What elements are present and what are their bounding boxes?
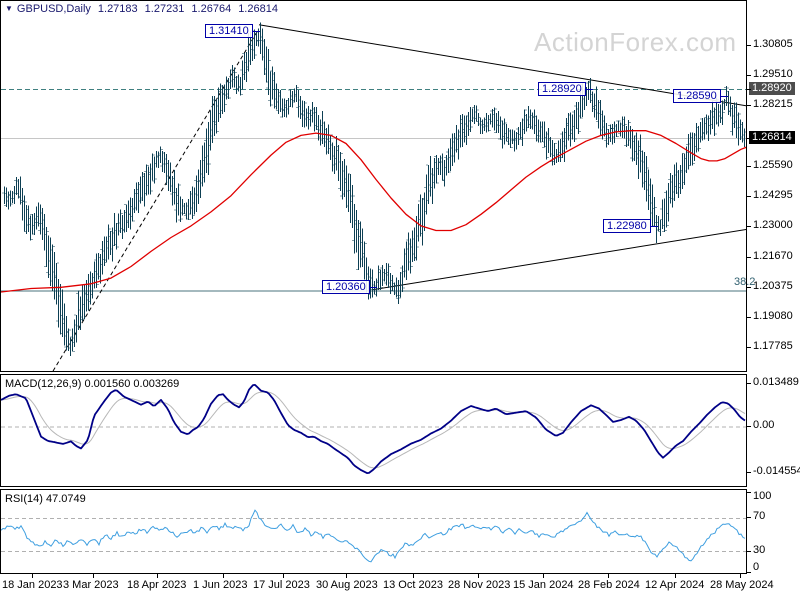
trendline-rising-dashed: [52, 30, 259, 371]
date-axis-label: 1 Jun 2023: [193, 579, 248, 591]
price-axis-label: 1.28215: [753, 98, 793, 111]
rsi-axis-tickmark: [747, 492, 751, 494]
price-axis-tickmark: [747, 137, 751, 139]
symbol-label: GBPUSD,Daily: [16, 3, 91, 15]
date-axis-label: 28 May 2024: [710, 579, 774, 591]
date-axis-label: 28 Feb 2024: [578, 579, 640, 591]
fib-382-label: 38.2: [734, 276, 756, 289]
date-axis-tickmark: [157, 574, 158, 578]
rsi-axis-label: 30: [753, 543, 766, 556]
price-axis-tickmark: [747, 88, 751, 90]
rsi-axis-tickmark: [747, 572, 751, 573]
date-axis-tickmark: [675, 574, 676, 578]
macd-signal-line: [1, 391, 746, 469]
date-axis-label: 17 Jul 2023: [253, 579, 310, 591]
date-axis-tickmark: [32, 574, 33, 578]
price-axis-tickmark: [747, 165, 751, 167]
price-axis-label: 1.29510: [753, 68, 793, 80]
price-axis-tickmark: [747, 346, 751, 348]
current-price-axis-label: 1.26814: [749, 130, 795, 144]
price-axis-label: 1.19080: [753, 309, 793, 322]
date-axis-label: 18 Jan 2023: [2, 579, 63, 591]
price-axis-tickmark: [747, 316, 751, 318]
chart-window: ActionForex.com ▼ GBPUSD,Daily 1.27183 1.27…: [0, 0, 800, 600]
rsi-axis-label: 0: [753, 561, 760, 573]
date-axis-tickmark: [478, 574, 479, 578]
price-axis-label: 1.25590: [753, 158, 793, 171]
date-axis-tickmark: [283, 574, 284, 578]
ohlc-low: 1.26764: [191, 3, 232, 15]
ohlc-open: 1.27183: [97, 3, 138, 15]
date-axis-tickmark: [346, 574, 347, 578]
macd-label: MACD(12,26,9) 0.001560 0.003269: [5, 378, 180, 390]
date-axis-tickmark: [223, 574, 224, 578]
price-axis-label: 1.21670: [753, 249, 793, 262]
macd-axis-label: 0.00: [753, 419, 775, 432]
price-axis-tickmark: [747, 195, 751, 197]
macd-canvas[interactable]: [1, 375, 746, 486]
price-axis-tickmark: [747, 75, 751, 76]
trendline-rising-support: [372, 228, 746, 291]
rsi-panel: RSI(14) 47.0749: [0, 489, 747, 574]
price-level-label: 1.28920: [538, 81, 593, 96]
highlighted-price-axis-label: 1.28920: [749, 81, 795, 95]
date-axis-label: 28 Nov 2023: [448, 579, 511, 591]
price-axis-tickmark: [747, 105, 751, 107]
macd-axis-tickmark: [747, 472, 751, 474]
date-axis-tickmark: [93, 574, 94, 578]
rsi-label: RSI(14) 47.0749: [5, 493, 86, 505]
date-axis-tickmark: [543, 574, 544, 578]
macd-axis-label: 0.013489: [753, 376, 799, 388]
rsi-axis-label: 70: [753, 510, 766, 523]
date-axis-label: 30 Aug 2023: [316, 579, 378, 591]
price-axis-tickmark: [747, 226, 751, 228]
watermark: ActionForex.com: [534, 27, 737, 57]
price-axis-tickmark: [747, 44, 751, 46]
price-axis-label: 1.20375: [753, 279, 793, 292]
chart-title: ▼ GBPUSD,Daily 1.27183 1.27231 1.26764 1.2681…: [5, 3, 278, 15]
price-axis-label: 1.23000: [753, 219, 793, 232]
date-axis-label: 18 Apr 2023: [127, 579, 187, 591]
symbol-dropdown-icon[interactable]: ▼: [5, 4, 13, 13]
price-axis-label: 1.30805: [753, 37, 793, 50]
macd-axis-label: -0.014554: [753, 465, 800, 478]
date-axis-tickmark: [413, 574, 414, 578]
date-axis-label: 15 Jan 2024: [513, 579, 574, 591]
macd-line: [1, 384, 746, 474]
price-level-label: 1.22980: [603, 219, 658, 234]
date-axis-label: 13 Oct 2023: [383, 579, 443, 591]
ohlc-high: 1.27231: [144, 3, 185, 15]
price-bars: [2, 22, 746, 356]
price-axis-label: 1.17785: [753, 339, 793, 352]
price-axis-label: 1.24295: [753, 188, 793, 201]
price-level-label: 1.31410: [205, 23, 260, 38]
rsi-canvas[interactable]: [1, 490, 746, 573]
macd-axis-tickmark: [747, 426, 751, 428]
date-axis-tickmark: [740, 574, 741, 578]
date-axis-tickmark: [608, 574, 609, 578]
ohlc-close: 1.26814: [238, 3, 278, 15]
rsi-axis-tickmark: [747, 517, 751, 519]
macd-panel: MACD(12,26,9) 0.001560 0.003269: [0, 374, 747, 487]
date-axis-label: 12 Apr 2024: [645, 579, 705, 591]
price-axis-tickmark: [747, 256, 751, 258]
price-level-label: 1.28590: [673, 89, 728, 104]
price-panel: ActionForex.com ▼ GBPUSD,Daily 1.27183 1.27…: [0, 0, 747, 372]
macd-axis-tickmark: [747, 383, 751, 384]
price-level-label: 1.20360: [322, 280, 377, 295]
rsi-axis-tickmark: [747, 550, 751, 552]
date-axis-label: 3 Mar 2023: [63, 579, 119, 591]
rsi-axis-label: 100: [753, 490, 772, 502]
